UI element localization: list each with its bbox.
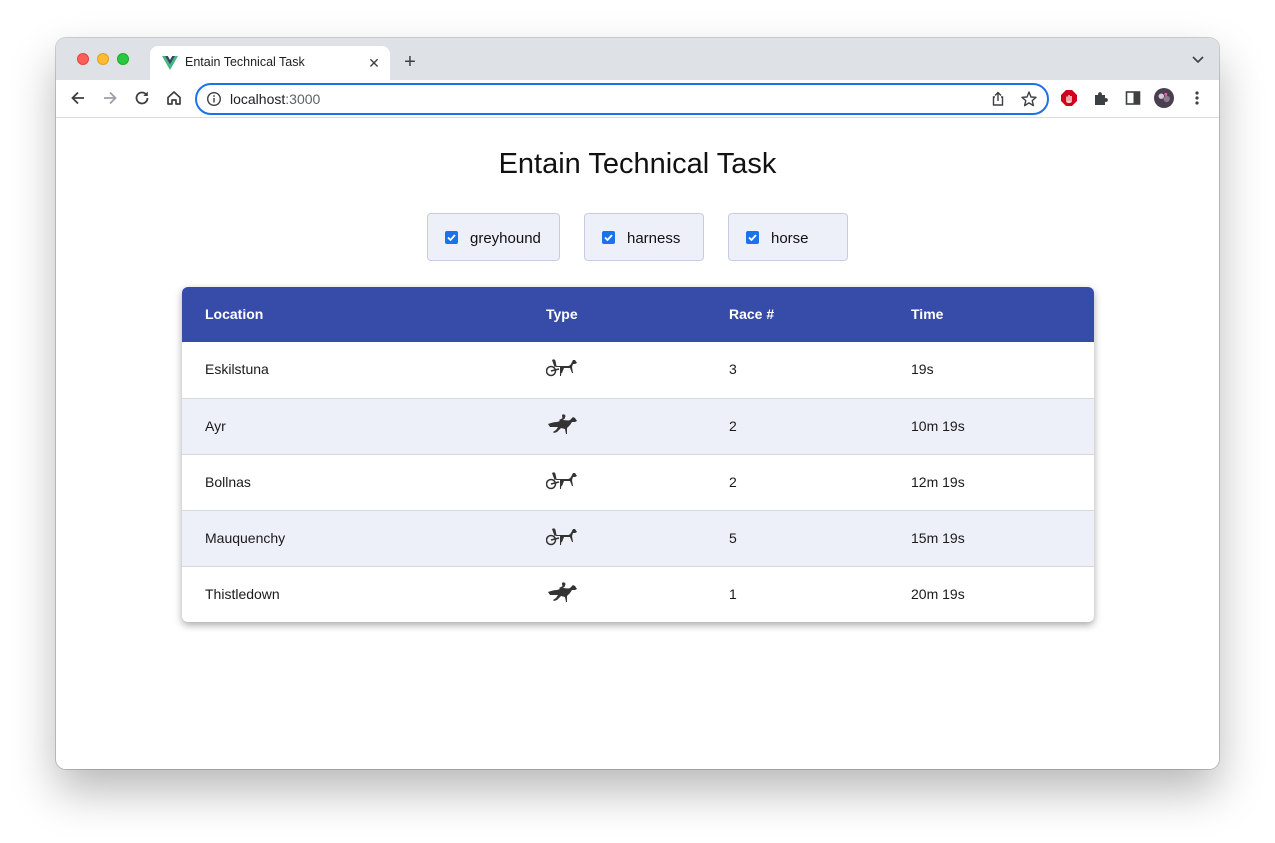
plus-icon[interactable]: +	[400, 52, 420, 72]
filter-horse[interactable]: horse	[728, 213, 848, 261]
minimize-window-button[interactable]	[97, 53, 109, 65]
location-cell: Bollnas	[205, 474, 251, 490]
page-content: Entain Technical Task greyhound harness …	[56, 118, 1219, 769]
horse-label: horse	[771, 230, 809, 247]
table-row[interactable]: Mauquenchy 5 15m 19s	[182, 510, 1094, 566]
harness-label: harness	[627, 230, 681, 247]
table-row[interactable]: Ayr 2 10m 19s	[182, 398, 1094, 454]
url-host: localhost	[230, 91, 286, 107]
time-cell: 15m 19s	[911, 530, 965, 546]
table-row[interactable]: Thistledown 1 20m 19s	[182, 566, 1094, 622]
extensions-puzzle-icon[interactable]	[1091, 88, 1111, 108]
vue-logo-icon	[162, 56, 178, 70]
forward-arrow-icon[interactable]	[100, 88, 120, 108]
race-number-cell: 5	[729, 530, 737, 546]
close-window-button[interactable]	[77, 53, 89, 65]
column-header-type[interactable]: Type	[546, 306, 578, 322]
harness-racing-icon	[546, 472, 577, 490]
harness-racing-icon	[546, 359, 577, 377]
url-text[interactable]: localhost:3000	[230, 91, 320, 107]
maximize-window-button[interactable]	[117, 53, 129, 65]
tab-strip: Entain Technical Task ✕ +	[56, 38, 1219, 80]
url-port: :3000	[285, 91, 321, 107]
column-header-location[interactable]: Location	[205, 306, 263, 322]
share-icon[interactable]	[989, 90, 1007, 108]
page-title: Entain Technical Task	[498, 148, 777, 180]
profile-avatar[interactable]	[1154, 88, 1174, 108]
more-menu-icon[interactable]	[1187, 88, 1207, 108]
filter-harness[interactable]: harness	[584, 213, 704, 261]
bookmark-star-icon[interactable]	[1020, 90, 1038, 108]
filter-greyhound[interactable]: greyhound	[427, 213, 560, 261]
chevron-down-icon[interactable]	[1191, 54, 1205, 64]
horse-checkbox[interactable]	[746, 231, 759, 244]
time-cell: 19s	[911, 361, 934, 377]
browser-toolbar: localhost:3000	[56, 80, 1219, 118]
harness-checkbox[interactable]	[602, 231, 615, 244]
table-header: Location Type Race # Time	[182, 287, 1094, 342]
greyhound-label: greyhound	[470, 230, 541, 247]
race-number-cell: 2	[729, 418, 737, 434]
browser-tab[interactable]: Entain Technical Task ✕	[150, 46, 390, 80]
reload-icon[interactable]	[132, 88, 152, 108]
home-icon[interactable]	[164, 88, 184, 108]
adblock-extension-icon[interactable]	[1059, 88, 1079, 108]
time-cell: 10m 19s	[911, 418, 965, 434]
info-icon[interactable]	[206, 91, 222, 107]
time-cell: 12m 19s	[911, 474, 965, 490]
column-header-time[interactable]: Time	[911, 306, 943, 322]
race-number-cell: 1	[729, 586, 737, 602]
horse-racing-icon	[548, 414, 577, 434]
location-cell: Ayr	[205, 418, 226, 434]
time-cell: 20m 19s	[911, 586, 965, 602]
table-row[interactable]: Eskilstuna 3 19s	[182, 342, 1094, 398]
close-icon[interactable]: ✕	[366, 55, 382, 71]
side-panel-icon[interactable]	[1123, 88, 1143, 108]
race-number-cell: 3	[729, 361, 737, 377]
greyhound-checkbox[interactable]	[445, 231, 458, 244]
back-arrow-icon[interactable]	[68, 88, 88, 108]
tab-title: Entain Technical Task	[185, 55, 305, 69]
table-row[interactable]: Bollnas 2 12m 19s	[182, 454, 1094, 510]
browser-window: Entain Technical Task ✕ + localhost:3000	[56, 38, 1219, 769]
address-bar[interactable]: localhost:3000	[195, 83, 1049, 115]
horse-racing-icon	[548, 582, 577, 602]
column-header-race[interactable]: Race #	[729, 306, 774, 322]
race-number-cell: 2	[729, 474, 737, 490]
location-cell: Mauquenchy	[205, 530, 286, 546]
location-cell: Eskilstuna	[205, 361, 269, 377]
harness-racing-icon	[546, 528, 577, 546]
races-table: Location Type Race # Time Eskilstuna 3 1…	[182, 287, 1094, 622]
location-cell: Thistledown	[205, 586, 280, 602]
